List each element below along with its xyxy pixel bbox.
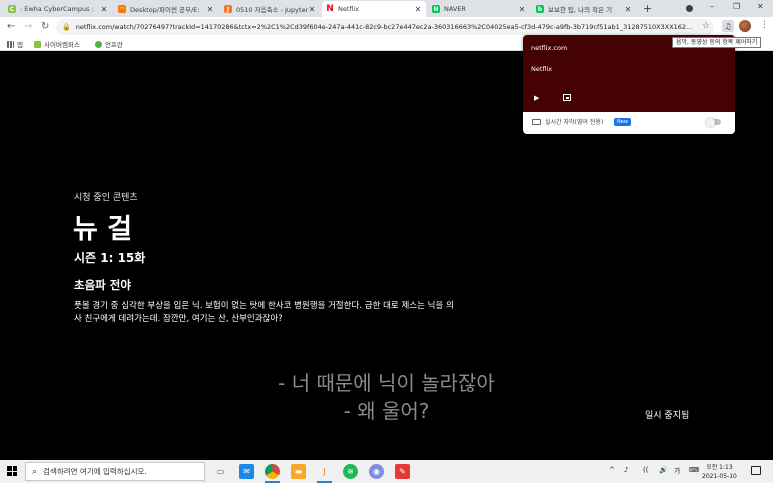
subtitle-line-1: - 너 때문에 닉이 놀라잖아 xyxy=(278,371,495,395)
spotify-icon[interactable]: ≋ xyxy=(343,464,358,479)
browser-toolbar: ← → ↻ 🔒 netflix.com/watch/70276497?track… xyxy=(0,17,773,37)
taskbar-search-input[interactable]: ⌕ 검색하려면 여기에 입력하십시오. xyxy=(25,462,205,481)
subtitle-line-2: - 왜 울어? xyxy=(343,399,430,423)
search-placeholder: 검색하려면 여기에 입력하십시오. xyxy=(43,467,147,476)
media-origin: netflix.com xyxy=(531,44,568,52)
task-view-icon[interactable]: ▭ xyxy=(213,464,228,479)
avatar[interactable] xyxy=(739,20,751,32)
jupyter-favicon-icon: J xyxy=(224,5,232,13)
bookmark-star-icon[interactable]: ☆ xyxy=(702,21,710,31)
address-bar[interactable]: 🔒 netflix.com/watch/70276497?trackId=141… xyxy=(56,19,714,35)
chrome-menu-icon[interactable]: ⋮ xyxy=(760,20,769,30)
unfrann-icon xyxy=(95,40,102,48)
tab-title: : Ewha CyberCampus : xyxy=(20,5,94,13)
show-hidden-icons-icon[interactable]: ^ xyxy=(609,466,615,474)
tab-netflix[interactable]: N Netflix ✕ xyxy=(322,1,426,17)
audio-app-icon[interactable]: ♪ xyxy=(624,466,628,474)
browser-window: C : Ewha CyberCampus : ✕ ◠ Desktop/파이썬 공… xyxy=(0,0,773,483)
netflix-favicon-icon: N xyxy=(326,4,334,14)
tab-desktop-python[interactable]: ◠ Desktop/파이썬 공부/E: ✕ xyxy=(114,1,218,17)
reload-icon[interactable]: ↻ xyxy=(41,21,49,32)
tab-title: NAVER xyxy=(444,5,466,13)
jupyter-favicon-icon: ◠ xyxy=(118,5,126,13)
lock-icon[interactable]: 🔒 xyxy=(62,23,71,31)
apps-grid-icon xyxy=(7,40,14,48)
clock-date: 2021-05-10 xyxy=(702,473,737,480)
episode-number: 시즌 1: 15화 xyxy=(74,251,146,265)
notification-icon[interactable] xyxy=(751,466,761,475)
clock-time: 오전 1:13 xyxy=(706,464,733,471)
app-icon[interactable]: ✎ xyxy=(395,464,410,479)
close-tab-icon[interactable]: ✕ xyxy=(206,5,214,14)
tab-jupyter-notebook[interactable]: J 0510 자음축소 - Jupyter ✕ xyxy=(220,1,320,17)
jupyter-icon[interactable]: J xyxy=(317,464,332,483)
keyboard-icon[interactable]: ⌨ xyxy=(689,466,699,474)
taskbar-clock[interactable]: 오전 1:13 2021-05-10 xyxy=(702,463,737,481)
bookmark-cybercampus[interactable]: 사이버캠퍼스 xyxy=(34,39,80,49)
episode-synopsis: 풋볼 경기 중 심각한 부상을 입은 닉. 보험이 없는 탓에 한사코 병원행을… xyxy=(74,301,454,324)
close-tab-icon[interactable]: ✕ xyxy=(100,5,108,14)
media-control-icon[interactable]: ♫ xyxy=(722,20,734,32)
blog-favicon-icon: b xyxy=(536,5,544,13)
file-explorer-icon[interactable]: ▬ xyxy=(291,464,306,479)
tab-naver[interactable]: N NAVER ✕ xyxy=(428,1,530,17)
close-tab-icon[interactable]: ✕ xyxy=(308,5,316,14)
volume-icon[interactable]: 🔊 xyxy=(659,466,668,474)
close-window-button[interactable]: ✕ xyxy=(757,2,764,11)
close-tab-icon[interactable]: ✕ xyxy=(414,5,422,14)
url-text: netflix.com/watch/70276497?trackId=14170… xyxy=(75,23,693,31)
play-icon[interactable]: ▶ xyxy=(534,94,539,102)
captions-icon xyxy=(532,119,541,125)
minimize-button[interactable]: – xyxy=(710,2,714,11)
tab-ewha-cybercampus[interactable]: C : Ewha CyberCampus : ✕ xyxy=(4,1,112,17)
windows-taskbar: ⌕ 검색하려면 여기에 입력하십시오. ▭ ✉ ▬ J ≋ ◉ ✎ ^ ♪ ((… xyxy=(0,460,773,483)
tab-title: 보보한 팁, 나의 작은 기 xyxy=(548,6,613,14)
windows-start-icon[interactable] xyxy=(7,466,17,476)
cybercampus-icon xyxy=(34,40,41,48)
mail-icon[interactable]: ✉ xyxy=(239,464,254,479)
ime-mode-icon[interactable]: 가 xyxy=(674,466,680,476)
tab-title: Netflix xyxy=(338,5,360,13)
search-icon: ⌕ xyxy=(32,466,38,477)
app-icon[interactable]: ◉ xyxy=(369,464,384,479)
paused-status: 일시 중지됨 xyxy=(645,411,690,421)
bookmark-label: 앱 xyxy=(17,41,23,49)
tab-title: Desktop/파이썬 공부/E: xyxy=(130,6,200,14)
bookmark-label: 언프란 xyxy=(105,41,123,49)
new-badge: New xyxy=(614,118,631,126)
episode-title: 초음파 전야 xyxy=(74,278,131,292)
back-arrow-icon[interactable]: ← xyxy=(7,21,15,32)
tab-title: 0510 자음축소 - Jupyter xyxy=(236,6,308,14)
live-caption-label: 실시간 자막(영어 전용) xyxy=(545,119,604,126)
maximize-button[interactable]: ❐ xyxy=(733,2,740,11)
bookmark-unfrann[interactable]: 언프란 xyxy=(95,39,123,49)
network-icon[interactable]: (( xyxy=(643,466,648,474)
media-title: Netflix xyxy=(531,65,553,73)
new-tab-button[interactable]: + xyxy=(643,2,652,15)
close-tab-icon[interactable]: ✕ xyxy=(518,5,526,14)
chrome-icon[interactable] xyxy=(265,464,280,483)
bookmark-apps[interactable]: 앱 xyxy=(7,39,23,49)
bookmark-label: 사이버캠퍼스 xyxy=(44,41,80,49)
picture-in-picture-icon[interactable] xyxy=(563,94,571,101)
forward-arrow-icon[interactable]: → xyxy=(24,21,32,32)
profile-icon[interactable] xyxy=(686,5,693,12)
tab-blog[interactable]: b 보보한 팁, 나의 작은 기 ✕ xyxy=(532,1,636,17)
tab-strip: C : Ewha CyberCampus : ✕ ◠ Desktop/파이썬 공… xyxy=(0,0,773,17)
media-control-tooltip: 음악, 동영상 등의 항목 제어하기 xyxy=(672,37,762,48)
now-watching-label: 시청 중인 콘텐츠 xyxy=(74,193,138,203)
show-title: 뉴 걸 xyxy=(73,214,133,245)
live-caption-toggle[interactable] xyxy=(706,117,721,127)
naver-favicon-icon: N xyxy=(432,5,440,13)
ewha-favicon-icon: C xyxy=(8,5,16,13)
close-tab-icon[interactable]: ✕ xyxy=(624,5,632,14)
